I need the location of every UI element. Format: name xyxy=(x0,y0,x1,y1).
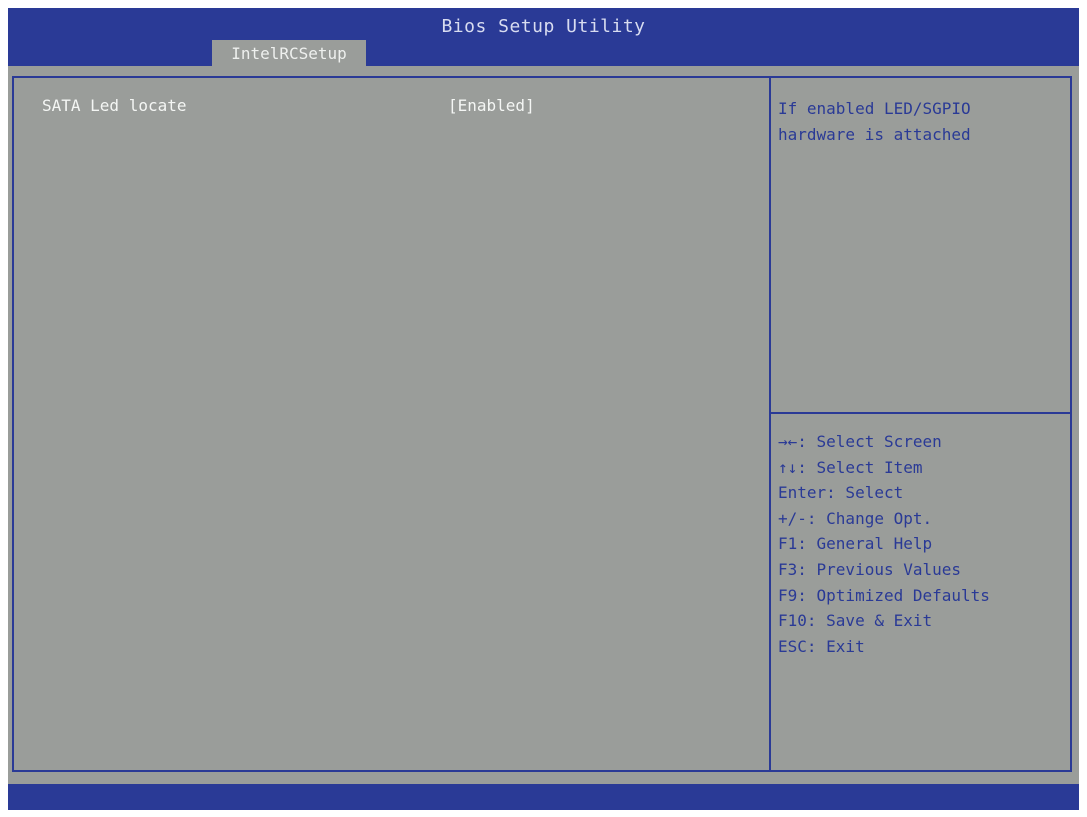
help-description: If enabled LED/SGPIO hardware is attache… xyxy=(778,96,1068,148)
key-save-exit: F10: Save & Exit xyxy=(778,611,933,631)
help-line: If enabled LED/SGPIO xyxy=(778,99,971,118)
tab-intelrcsetup[interactable]: IntelRCSetup xyxy=(212,40,366,68)
key-previous-values: F3: Previous Values xyxy=(778,559,962,579)
bios-screen: Bios Setup Utility IntelRCSetup SATA Led… xyxy=(0,0,1087,817)
key-change-opt: +/-: Change Opt. xyxy=(778,508,933,528)
setting-value[interactable]: [Enabled] xyxy=(448,96,535,115)
key-select-screen: →←: Select Screen xyxy=(778,432,942,451)
key-select-item: ↑↓: Select Item xyxy=(778,457,923,477)
window-title: Bios Setup Utility xyxy=(441,16,646,37)
setting-label: SATA Led locate xyxy=(42,96,187,115)
key-enter-select: Enter: Select xyxy=(778,483,904,503)
key-legend: →←: Select Screen ↑↓: Select Item Enter:… xyxy=(778,429,1070,659)
help-divider xyxy=(771,412,1072,414)
title-bar: Bios Setup Utility IntelRCSetup xyxy=(8,8,1079,68)
content-pane: SATA Led locate [Enabled] If enabled LED… xyxy=(12,76,1072,772)
key-optimized-defaults: F9: Optimized Defaults xyxy=(778,585,990,605)
footer-bar xyxy=(8,784,1079,810)
setting-sata-led-locate[interactable]: SATA Led locate [Enabled] xyxy=(42,96,742,122)
help-line: hardware is attached xyxy=(778,125,971,144)
key-general-help: F1: General Help xyxy=(778,534,933,554)
pane-divider xyxy=(769,78,771,770)
key-exit: ESC: Exit xyxy=(778,636,865,656)
bios-frame: Bios Setup Utility IntelRCSetup SATA Led… xyxy=(8,8,1079,810)
